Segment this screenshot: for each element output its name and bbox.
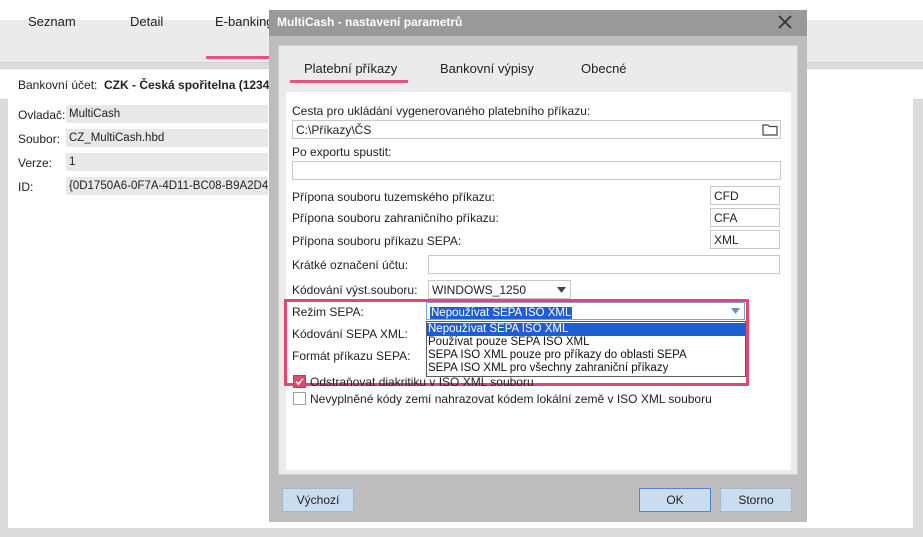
checkmark-icon [295,377,304,386]
version-value: 1 [66,153,268,171]
close-icon[interactable] [776,13,794,31]
tab-obecne[interactable]: Obecné [581,61,627,76]
short-account-label: Krátké označení účtu: [292,258,409,272]
diacritics-label: Odstraňovat diakritiku v ISO XML souboru [310,375,534,389]
active-tab-indicator [290,80,408,83]
cancel-button[interactable]: Storno [720,488,792,512]
version-label: Verze: [18,156,53,170]
ext-foreign-input[interactable]: CFA [710,208,780,227]
ok-button[interactable]: OK [639,488,711,512]
dialog-title: MultiCash - nastavení parametrů [277,15,463,29]
path-value: C:\Příkazy\ČS [296,123,372,137]
tab-platebni-prikazy[interactable]: Platební příkazy [304,61,397,76]
encoding-select[interactable]: WINDOWS_1250 [428,280,571,299]
export-label: Po exportu spustit: [292,145,392,159]
chevron-down-icon [557,287,566,293]
ext-sepa-label: Přípona souboru příkazu SEPA: [292,234,462,248]
path-input[interactable]: C:\Příkazy\ČS [292,120,781,139]
driver-label: Ovladač: [18,108,66,122]
active-tab-indicator [206,56,270,59]
ext-sepa-input[interactable]: XML [710,230,780,249]
ext-domestic-label: Přípona souboru tuzemského příkazu: [292,190,495,204]
account-value: CZK - Česká spořitelna (12345 [104,78,277,92]
file-label: Soubor: [18,132,61,146]
path-label: Cesta pro ukládání vygenerovaného plateb… [292,104,591,118]
encoding-label: Kódování výst.souboru: [292,283,418,297]
ext-foreign-label: Přípona souboru zahraničního příkazu: [292,211,499,225]
default-button[interactable]: Výchozí [282,488,354,512]
country-code-label: Nevyplněné kódy zemí nahrazovat kódem lo… [310,392,712,406]
id-label: ID: [18,180,34,194]
sepa-section-highlight [284,299,749,386]
export-input[interactable] [292,161,781,180]
id-value: {0D1750A6-0F7A-4D11-BC08-B9A2D4CBI [66,177,268,195]
folder-icon[interactable] [762,123,778,136]
account-label: Bankovní účet: [18,78,98,92]
encoding-value: WINDOWS_1250 [432,283,527,297]
driver-value: MultiCash [66,105,268,123]
tab-e-banking[interactable]: E-banking [215,14,274,29]
file-value: CZ_MultiCash.hbd [66,129,268,147]
tab-seznam[interactable]: Seznam [28,14,76,29]
short-account-input[interactable] [428,255,780,274]
ext-domestic-input[interactable]: CFD [710,186,780,205]
country-code-checkbox[interactable] [293,392,306,405]
tab-detail[interactable]: Detail [130,14,163,29]
tab-bankovni-vypisy[interactable]: Bankovní výpisy [440,61,534,76]
